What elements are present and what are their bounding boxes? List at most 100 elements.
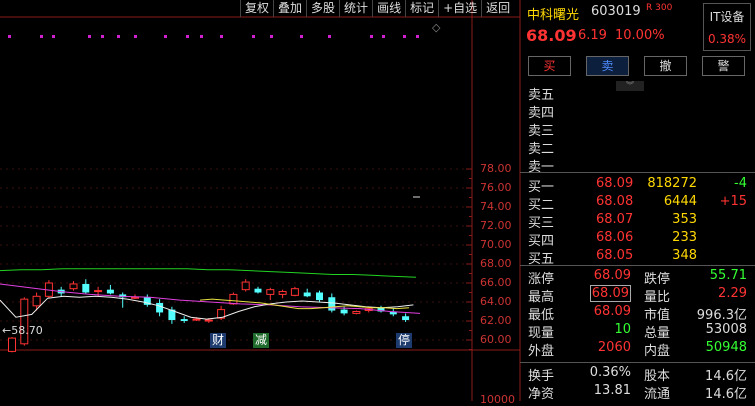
fin-label: 净资: [528, 387, 555, 402]
signal-dot: [328, 35, 331, 38]
event-marker[interactable]: 财: [210, 333, 227, 348]
book-row: 买三 68.07 353: [520, 212, 755, 231]
bid-volume: 6444: [663, 194, 697, 209]
candle-body: [303, 292, 311, 297]
candle-body: [241, 281, 250, 291]
ask-label: 卖二: [528, 142, 555, 157]
fin-label: 流通: [644, 387, 671, 402]
bid-volume: 348: [672, 248, 697, 263]
book-row: 现量 10 总量 53008: [520, 322, 755, 341]
bid-price: 68.09: [596, 176, 634, 191]
fin-label: 股本: [644, 369, 671, 384]
stat-value: 53008: [705, 322, 747, 337]
current-price: 68.09: [526, 26, 577, 45]
candle-body: [316, 292, 323, 301]
ask-label: 卖一: [528, 160, 555, 175]
trade-button[interactable]: 撤: [644, 56, 687, 76]
fin-value: 14.6亿: [705, 369, 747, 384]
divider: [520, 362, 755, 363]
candle-body: [290, 288, 299, 296]
signal-dot: [52, 35, 55, 38]
stat-label: 量比: [644, 290, 671, 305]
ma-line-green: [0, 268, 417, 278]
book-row: 卖三: [520, 120, 755, 139]
price-change-pct: 10.00%: [615, 28, 665, 43]
stat-value: 68.09: [593, 304, 631, 319]
candle-body: [20, 298, 29, 345]
stat-value: 2.29: [718, 286, 747, 301]
book-row: 卖一: [520, 156, 755, 175]
bid-price: 68.07: [596, 212, 634, 227]
stat-value: 10: [614, 322, 631, 337]
toolbar-button[interactable]: 统计: [339, 0, 372, 17]
candle-body: [156, 302, 164, 313]
r-mark-badge: R 300: [646, 3, 673, 13]
signal-dot: [186, 35, 189, 38]
event-marker[interactable]: 减: [253, 333, 270, 348]
book-row: 买四 68.06 233: [520, 230, 755, 249]
toolbar-button[interactable]: 返回: [481, 0, 514, 17]
toolbar-button[interactable]: 复权: [240, 0, 273, 17]
event-marker[interactable]: 停: [396, 333, 413, 348]
bid-label: 买二: [528, 198, 555, 213]
volume-axis-label: 10000: [480, 393, 515, 406]
price-tick-label: 62.00: [480, 314, 512, 327]
book-row: 外盘 2060 内盘 50948: [520, 340, 755, 359]
signal-dot: [8, 35, 11, 38]
book-row: 买五 68.05 348: [520, 248, 755, 267]
stat-value: 55.71: [709, 268, 747, 283]
stat-value: 68.09: [589, 285, 631, 302]
toolbar-button[interactable]: 标记: [405, 0, 438, 17]
candle-body: [340, 309, 348, 314]
bid-volume: 818272: [647, 176, 697, 191]
book-row: 涨停 68.09 跌停 55.71: [520, 268, 755, 287]
trade-button[interactable]: 买: [528, 56, 571, 76]
toolbar-button[interactable]: 叠加: [273, 0, 306, 17]
bid-label: 买四: [528, 234, 555, 249]
candle-body: [266, 289, 275, 295]
price-tick-label: 78.00: [480, 162, 512, 175]
fin-value: 13.81: [593, 383, 631, 398]
trade-button[interactable]: 警: [702, 56, 745, 76]
price-tick-label: 70.00: [480, 238, 512, 251]
stat-label: 外盘: [528, 344, 555, 359]
sector-name: IT设备: [709, 10, 745, 24]
signal-dot: [403, 35, 406, 38]
toolbar-button[interactable]: +自选: [438, 0, 481, 17]
book-row: 净资 13.81 流通 14.6亿: [520, 383, 755, 402]
signal-dot: [88, 35, 91, 38]
price-tick-label: 72.00: [480, 219, 512, 232]
bid-change: +15: [719, 194, 747, 209]
ask-label: 卖三: [528, 124, 555, 139]
chart-toolbar: 复权 叠加 多股 统计 画线 标记 +自选 返回: [240, 0, 514, 17]
sector-box[interactable]: IT设备 0.38%: [703, 3, 751, 51]
bid-volume: 233: [672, 230, 697, 245]
stock-code: 603019: [591, 4, 641, 19]
quote-panel: 中科曙光 603019 R 300 IT设备 0.38% 68.09 6.19 …: [520, 0, 755, 402]
toolbar-button[interactable]: 多股: [306, 0, 339, 17]
stat-label: 涨停: [528, 272, 555, 287]
signal-dot: [370, 35, 373, 38]
book-row: 卖二: [520, 138, 755, 157]
book-row: 最高 68.09 量比 2.29: [520, 285, 755, 305]
diamond-icon[interactable]: ◇: [432, 21, 440, 34]
toolbar-button[interactable]: 画线: [372, 0, 405, 17]
candle-body: [131, 296, 139, 299]
price-tick-label: 76.00: [480, 181, 512, 194]
trade-button[interactable]: 卖: [586, 56, 629, 76]
fin-value: 14.6亿: [705, 387, 747, 402]
low-price-label: ←58.70: [2, 324, 43, 337]
bid-label: 买三: [528, 216, 555, 231]
price-tick-label: 66.00: [480, 276, 512, 289]
signal-dot: [117, 35, 120, 38]
stat-value: 50948: [705, 340, 747, 355]
stat-label: 市值: [644, 308, 671, 323]
bid-price: 68.08: [596, 194, 634, 209]
candle-body: [82, 283, 90, 293]
stat-label: 最低: [528, 308, 555, 323]
candle-body: [278, 291, 287, 295]
price-tick-label: 68.00: [480, 257, 512, 270]
book-row: 买二 68.08 6444 +15: [520, 194, 755, 213]
candle-body: [106, 289, 114, 294]
candle-body: [32, 295, 41, 307]
